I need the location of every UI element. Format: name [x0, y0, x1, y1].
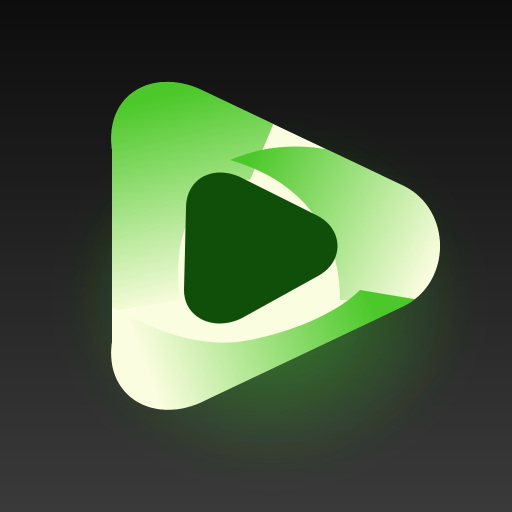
play-logo	[0, 0, 512, 512]
app-icon	[0, 0, 512, 512]
